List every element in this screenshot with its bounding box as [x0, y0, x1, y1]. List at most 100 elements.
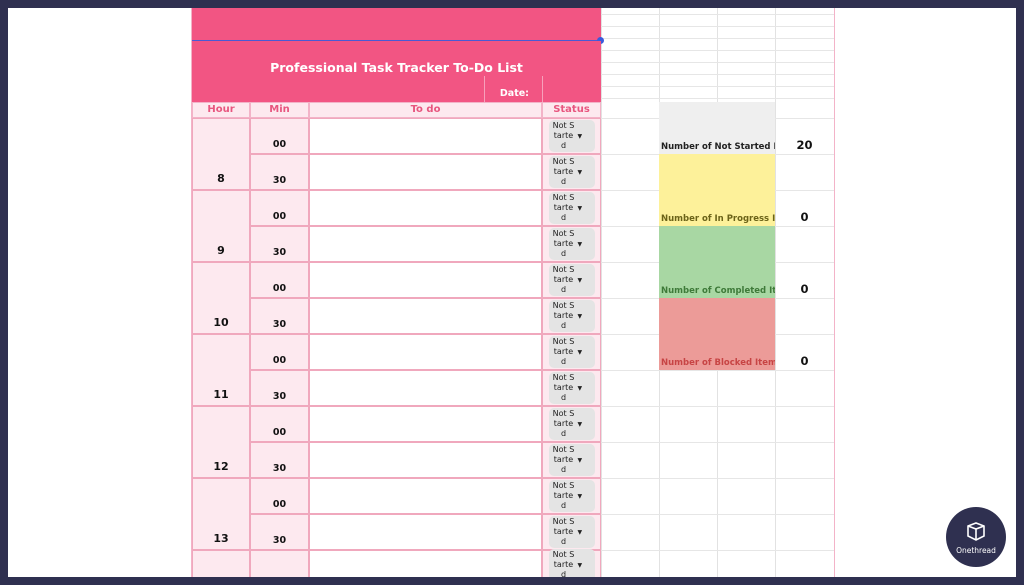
status-dropdown[interactable]: Not Started ▼: [548, 228, 595, 260]
status-value: Not Started: [552, 481, 575, 510]
min-cell[interactable]: 00: [250, 262, 309, 298]
status-cell: Not Started ▼: [542, 154, 601, 190]
caret-down-icon: ▼: [577, 528, 583, 536]
gridline: [601, 370, 834, 371]
summary-count: 20: [796, 138, 813, 152]
status-cell: Not Started ▼: [542, 370, 601, 406]
hour-cell[interactable]: 10: [192, 262, 250, 334]
status-value: Not Started: [552, 157, 575, 186]
todo-cell[interactable]: [309, 118, 542, 154]
min-cell[interactable]: [250, 550, 309, 577]
todo-cell[interactable]: [309, 334, 542, 370]
divider: [542, 76, 543, 102]
min-cell[interactable]: 30: [250, 154, 309, 190]
caret-down-icon: ▼: [577, 384, 583, 392]
date-label: Date:: [499, 88, 529, 99]
min-cell[interactable]: 00: [250, 478, 309, 514]
gridline: [601, 550, 834, 551]
status-dropdown[interactable]: Not Started ▼: [548, 264, 595, 296]
min-cell[interactable]: 30: [250, 370, 309, 406]
status-value: Not Started: [552, 550, 575, 577]
caret-down-icon: ▼: [577, 276, 583, 284]
summary-count: 0: [800, 282, 809, 296]
status-value: Not Started: [552, 265, 575, 294]
hour-cell[interactable]: 8: [192, 118, 250, 190]
todo-cell[interactable]: [309, 226, 542, 262]
status-value: Not Started: [552, 229, 575, 258]
status-cell: Not Started ▼: [542, 514, 601, 550]
min-cell[interactable]: 00: [250, 406, 309, 442]
caret-down-icon: ▼: [577, 168, 583, 176]
caret-down-icon: ▼: [577, 456, 583, 464]
status-dropdown[interactable]: Not Started ▼: [548, 336, 595, 368]
status-dropdown[interactable]: Not Started ▼: [548, 549, 595, 577]
gridline: [601, 50, 834, 51]
todo-cell[interactable]: [309, 514, 542, 550]
min-cell[interactable]: 00: [250, 334, 309, 370]
todo-cell[interactable]: [309, 190, 542, 226]
gridline: [601, 8, 602, 577]
todo-cell[interactable]: [309, 406, 542, 442]
status-dropdown[interactable]: Not Started ▼: [548, 516, 595, 548]
gridline: [601, 38, 834, 39]
status-dropdown[interactable]: Not Started ▼: [548, 480, 595, 512]
min-cell[interactable]: 00: [250, 118, 309, 154]
status-dropdown[interactable]: Not Started ▼: [548, 408, 595, 440]
todo-cell[interactable]: [309, 262, 542, 298]
hour-cell[interactable]: 12: [192, 406, 250, 478]
status-dropdown[interactable]: Not Started ▼: [548, 156, 595, 188]
gridline: [601, 514, 834, 515]
todo-cell[interactable]: [309, 154, 542, 190]
status-cell: Not Started ▼: [542, 118, 601, 154]
hour-cell[interactable]: 9: [192, 190, 250, 262]
status-dropdown[interactable]: Not Started ▼: [548, 372, 595, 404]
min-cell[interactable]: 30: [250, 514, 309, 550]
status-cell: Not Started ▼: [542, 549, 601, 577]
gridline: [601, 86, 834, 87]
status-value: Not Started: [552, 409, 575, 438]
summary-count: 0: [800, 354, 809, 368]
summary-label: Number of Blocked Items: [659, 298, 775, 370]
summary-label: Number of In Progress Ite: [659, 154, 775, 226]
todo-cell[interactable]: [309, 478, 542, 514]
todo-cell[interactable]: [309, 550, 542, 577]
gridline: [601, 478, 834, 479]
status-cell: Not Started ▼: [542, 190, 601, 226]
status-dropdown[interactable]: Not Started ▼: [548, 120, 595, 152]
status-value: Not Started: [552, 517, 575, 546]
status-cell: Not Started ▼: [542, 406, 601, 442]
screenshot-frame: Professional Task Tracker To-Do List Dat…: [8, 8, 1016, 577]
status-dropdown[interactable]: Not Started ▼: [548, 444, 595, 476]
min-cell[interactable]: 30: [250, 442, 309, 478]
todo-cell[interactable]: [309, 442, 542, 478]
hour-cell[interactable]: [192, 550, 250, 577]
caret-down-icon: ▼: [577, 492, 583, 500]
page-title: Professional Task Tracker To-Do List: [270, 60, 523, 75]
gridline: [601, 98, 834, 99]
min-cell[interactable]: 00: [250, 190, 309, 226]
caret-down-icon: ▼: [577, 132, 583, 140]
gridline: [601, 62, 834, 63]
banner-top: [192, 8, 601, 40]
status-cell: Not Started ▼: [542, 262, 601, 298]
hour-cell[interactable]: 13: [192, 478, 250, 550]
status-value: Not Started: [552, 373, 575, 402]
status-value: Not Started: [552, 193, 575, 222]
caret-down-icon: ▼: [577, 348, 583, 356]
caret-down-icon: ▼: [577, 240, 583, 248]
caret-down-icon: ▼: [577, 204, 583, 212]
min-cell[interactable]: 30: [250, 298, 309, 334]
status-cell: Not Started ▼: [542, 442, 601, 478]
summary-label: Number of Not Started Ite: [659, 102, 775, 154]
status-value: Not Started: [552, 121, 575, 150]
status-dropdown[interactable]: Not Started ▼: [548, 192, 595, 224]
min-cell[interactable]: 30: [250, 226, 309, 262]
gridline: [601, 14, 834, 15]
todo-cell[interactable]: [309, 298, 542, 334]
caret-down-icon: ▼: [577, 561, 583, 569]
summary-count: 0: [800, 210, 809, 224]
caret-down-icon: ▼: [577, 312, 583, 320]
hour-cell[interactable]: 11: [192, 334, 250, 406]
status-dropdown[interactable]: Not Started ▼: [548, 300, 595, 332]
todo-cell[interactable]: [309, 370, 542, 406]
